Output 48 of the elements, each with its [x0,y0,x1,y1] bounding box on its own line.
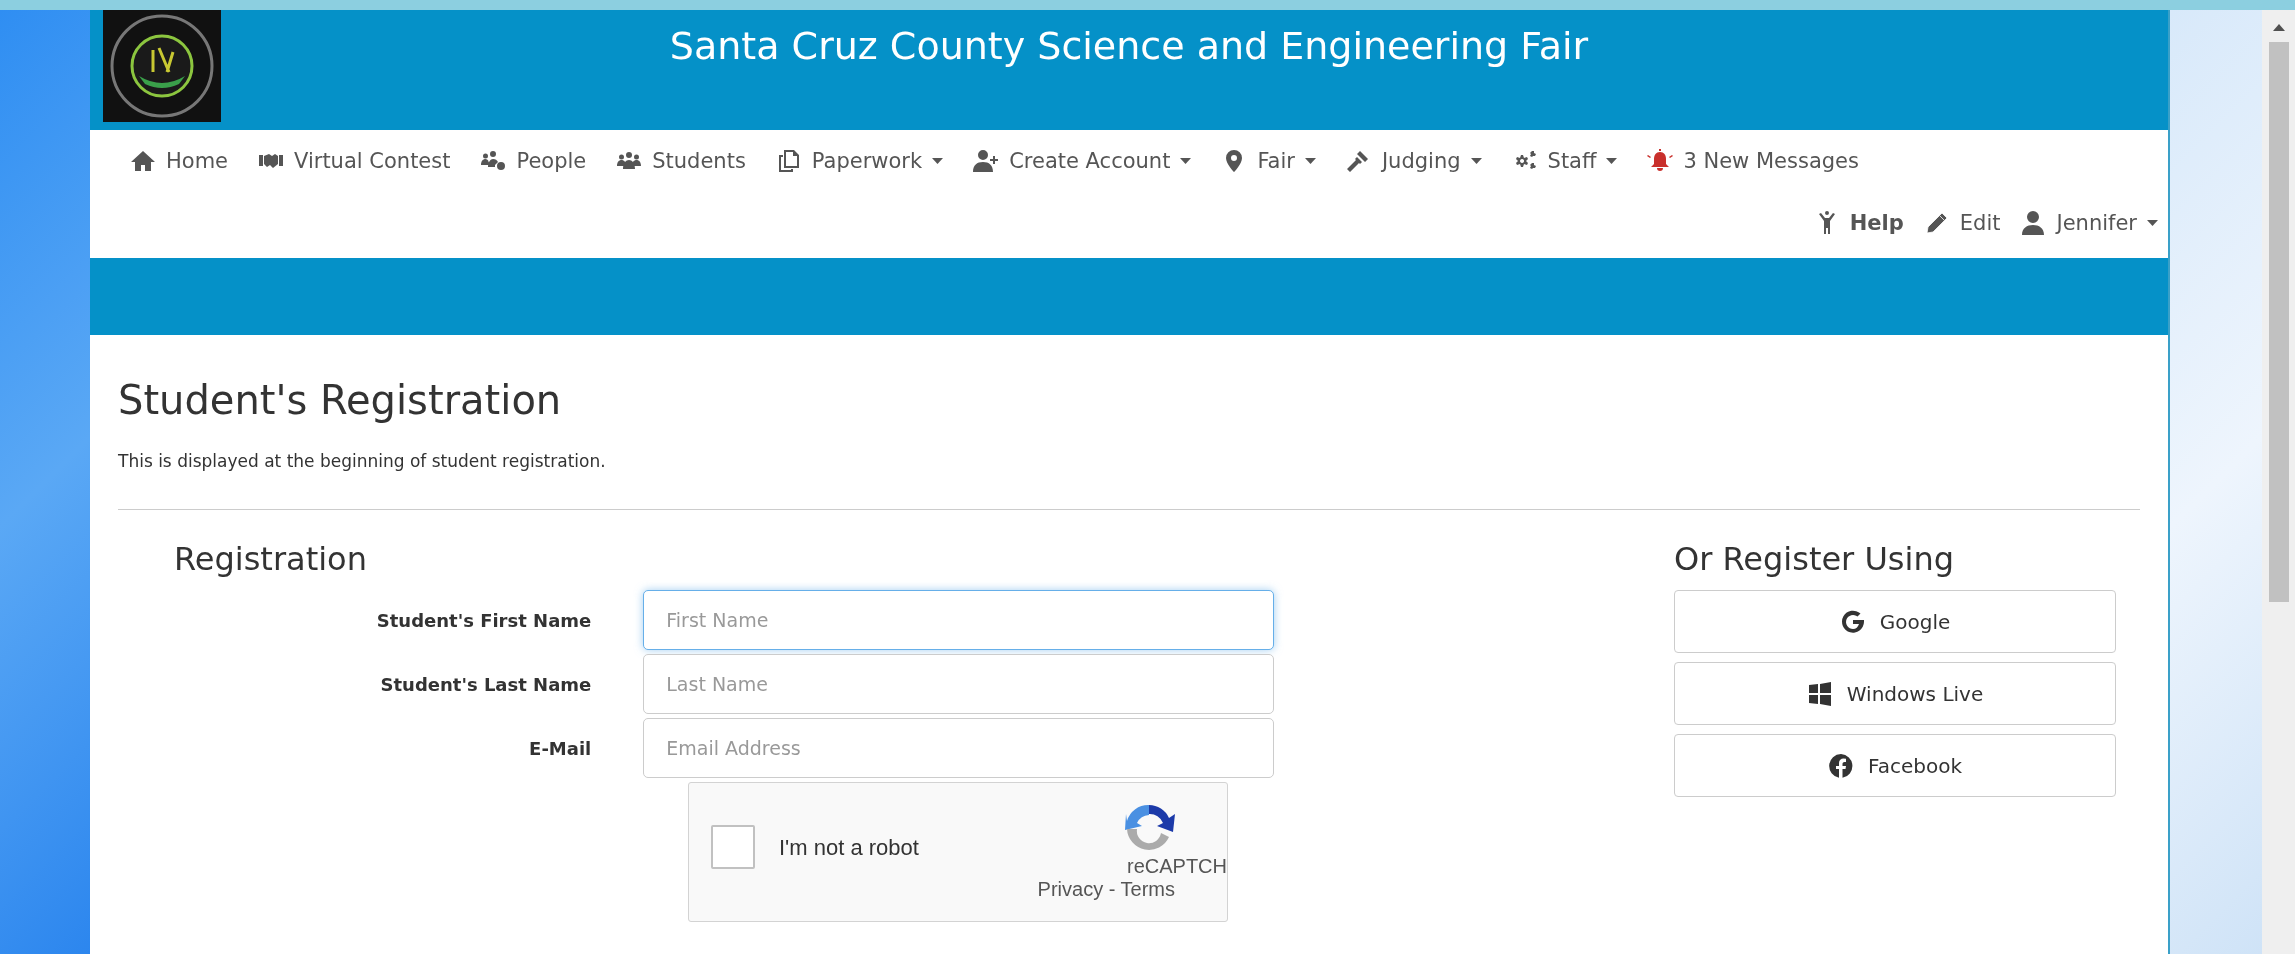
form-title: Registration [174,540,368,578]
nav-dropdown[interactable]: Staff [1511,149,1618,173]
scrollbar[interactable] [2262,10,2295,954]
captcha-widget[interactable]: I'm not a robot reCAPTCH Privacy - Terms [688,782,1228,922]
nav-link[interactable]: Home [130,149,228,173]
field-label: Student's First Name [375,609,593,631]
scroll-up-icon[interactable] [2271,22,2286,32]
intro-text: This is displayed at the beginning of student registration. [118,451,607,471]
captcha-label: I'm not a robot [779,835,919,862]
caret-icon [1304,158,1316,164]
input-field[interactable]: First Name [643,590,1274,650]
caret-icon [1470,158,1482,164]
user-icon [2020,211,2047,235]
nav-dropdown[interactable]: Jennifer [2020,211,2158,235]
nav-dropdown[interactable]: Paperwork [775,149,944,173]
nav-dropdown[interactable]: Create Account [973,149,1192,173]
nav-link[interactable]: People [480,149,587,173]
social-login-button[interactable]: Google [1674,590,2116,653]
user-plus-icon [973,149,1000,173]
captcha-brand: reCAPTCH [1127,855,1227,878]
nav-link[interactable]: 3 New Messages [1647,149,1859,173]
scrollbar-thumb[interactable] [2268,42,2289,602]
caret-icon [1606,158,1618,164]
captcha-checkbox[interactable] [711,825,755,869]
social-login-button[interactable]: Facebook [1674,734,2116,797]
field-label: E-Mail [528,737,593,759]
field-label: Student's Last Name [379,673,593,695]
google-icon [1839,608,1866,635]
input-field[interactable]: Last Name [643,654,1274,714]
caret-icon [2147,220,2158,226]
page-title: Student's Registration [118,377,563,423]
nav-dropdown[interactable]: Judging [1345,149,1482,173]
nav-link[interactable]: Edit [1923,211,2001,235]
caret-icon [932,158,944,164]
social-login-button[interactable]: Windows Live [1674,662,2116,725]
nav-link[interactable]: Virtual Contest [258,149,451,173]
nav-link[interactable]: Help [1813,211,1904,235]
facebook-icon [1828,752,1854,779]
input-field[interactable]: Email Address [643,718,1274,778]
nav-link[interactable]: Students [616,149,746,173]
logo-icon[interactable] [103,10,221,122]
caret-icon [1180,158,1192,164]
nav-dropdown[interactable]: Fair [1221,149,1316,173]
home-icon [130,149,156,173]
windows-icon [1806,680,1833,707]
captcha-links[interactable]: Privacy - Terms [1037,878,1175,901]
site-title: Santa Cruz County Science and Engineering Fair [669,24,1589,68]
social-title: Or Register Using [1674,540,1955,578]
